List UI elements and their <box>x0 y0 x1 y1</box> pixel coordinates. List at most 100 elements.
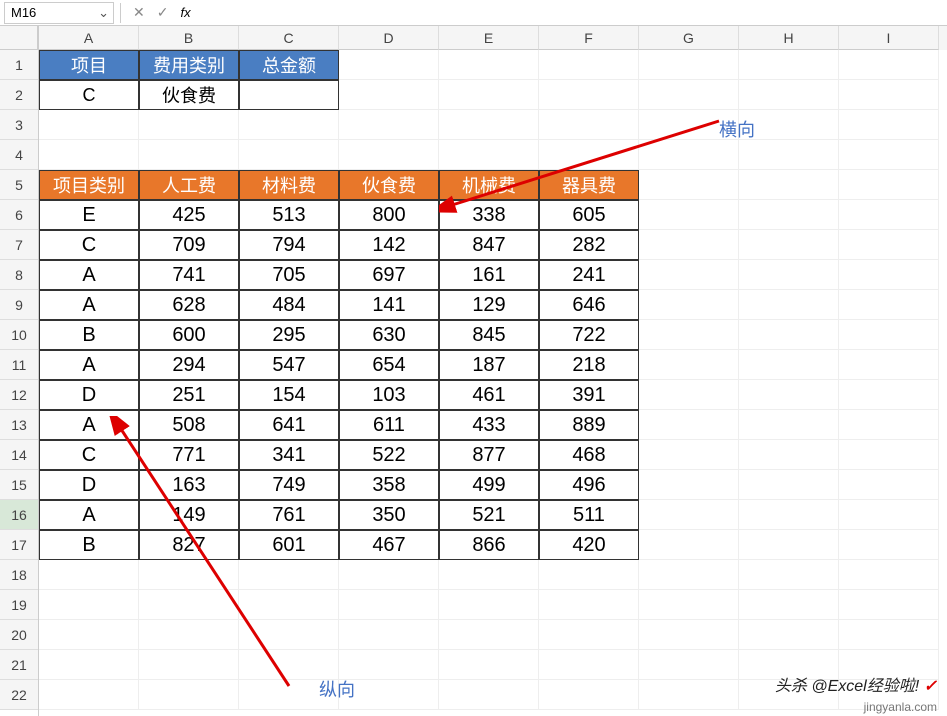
cell-B17[interactable]: 827 <box>139 530 239 560</box>
cell-D9[interactable]: 141 <box>339 290 439 320</box>
cell-E3[interactable] <box>439 110 539 140</box>
cell-C7[interactable]: 794 <box>239 230 339 260</box>
cell-E6[interactable]: 338 <box>439 200 539 230</box>
cell-H1[interactable] <box>739 50 839 80</box>
cell-G17[interactable] <box>639 530 739 560</box>
cell-B1[interactable]: 费用类别 <box>139 50 239 80</box>
cell-C1[interactable]: 总金额 <box>239 50 339 80</box>
cell-E8[interactable]: 161 <box>439 260 539 290</box>
cell-B19[interactable] <box>139 590 239 620</box>
cell-I13[interactable] <box>839 410 939 440</box>
cell-H15[interactable] <box>739 470 839 500</box>
cell-A15[interactable]: D <box>39 470 139 500</box>
cell-I1[interactable] <box>839 50 939 80</box>
cell-B2[interactable]: 伙食费 <box>139 80 239 110</box>
column-header-H[interactable]: H <box>739 26 839 50</box>
cell-F8[interactable]: 241 <box>539 260 639 290</box>
cell-C16[interactable]: 761 <box>239 500 339 530</box>
cell-D12[interactable]: 103 <box>339 380 439 410</box>
cell-I5[interactable] <box>839 170 939 200</box>
cell-E16[interactable]: 521 <box>439 500 539 530</box>
cell-H17[interactable] <box>739 530 839 560</box>
row-header-12[interactable]: 12 <box>0 380 38 410</box>
cell-I9[interactable] <box>839 290 939 320</box>
cancel-icon[interactable]: ✕ <box>127 4 151 21</box>
cell-H10[interactable] <box>739 320 839 350</box>
cell-G1[interactable] <box>639 50 739 80</box>
cell-I11[interactable] <box>839 350 939 380</box>
row-header-6[interactable]: 6 <box>0 200 38 230</box>
cell-H9[interactable] <box>739 290 839 320</box>
name-box[interactable]: M16 ⌄ <box>4 2 114 24</box>
row-header-16[interactable]: 16 <box>0 500 38 530</box>
cell-G15[interactable] <box>639 470 739 500</box>
column-header-F[interactable]: F <box>539 26 639 50</box>
cell-C3[interactable] <box>239 110 339 140</box>
cell-E20[interactable] <box>439 620 539 650</box>
cell-H4[interactable] <box>739 140 839 170</box>
cell-D3[interactable] <box>339 110 439 140</box>
cell-D2[interactable] <box>339 80 439 110</box>
cell-A10[interactable]: B <box>39 320 139 350</box>
column-header-B[interactable]: B <box>139 26 239 50</box>
cell-E15[interactable]: 499 <box>439 470 539 500</box>
cell-H5[interactable] <box>739 170 839 200</box>
row-header-9[interactable]: 9 <box>0 290 38 320</box>
cell-A21[interactable] <box>39 650 139 680</box>
cell-A13[interactable]: A <box>39 410 139 440</box>
cell-C4[interactable] <box>239 140 339 170</box>
cell-G22[interactable] <box>639 680 739 710</box>
select-all-corner[interactable] <box>0 26 38 50</box>
cell-I12[interactable] <box>839 380 939 410</box>
cell-D16[interactable]: 350 <box>339 500 439 530</box>
cell-F11[interactable]: 218 <box>539 350 639 380</box>
cell-F14[interactable]: 468 <box>539 440 639 470</box>
cell-I4[interactable] <box>839 140 939 170</box>
cell-I7[interactable] <box>839 230 939 260</box>
cell-C19[interactable] <box>239 590 339 620</box>
cell-G18[interactable] <box>639 560 739 590</box>
cell-A2[interactable]: C <box>39 80 139 110</box>
cell-A17[interactable]: B <box>39 530 139 560</box>
cell-B18[interactable] <box>139 560 239 590</box>
cell-D1[interactable] <box>339 50 439 80</box>
cell-B13[interactable]: 508 <box>139 410 239 440</box>
row-header-17[interactable]: 17 <box>0 530 38 560</box>
cell-F19[interactable] <box>539 590 639 620</box>
column-header-E[interactable]: E <box>439 26 539 50</box>
cell-G21[interactable] <box>639 650 739 680</box>
confirm-icon[interactable]: ✓ <box>151 4 175 21</box>
cell-F1[interactable] <box>539 50 639 80</box>
cell-F10[interactable]: 722 <box>539 320 639 350</box>
cell-I18[interactable] <box>839 560 939 590</box>
row-header-21[interactable]: 21 <box>0 650 38 680</box>
cell-I15[interactable] <box>839 470 939 500</box>
cell-A5[interactable]: 项目类别 <box>39 170 139 200</box>
cell-E5[interactable]: 机械费 <box>439 170 539 200</box>
cell-A18[interactable] <box>39 560 139 590</box>
cell-B4[interactable] <box>139 140 239 170</box>
cell-F6[interactable]: 605 <box>539 200 639 230</box>
column-header-I[interactable]: I <box>839 26 939 50</box>
cell-D18[interactable] <box>339 560 439 590</box>
cell-A12[interactable]: D <box>39 380 139 410</box>
cell-F18[interactable] <box>539 560 639 590</box>
cell-D11[interactable]: 654 <box>339 350 439 380</box>
cell-G4[interactable] <box>639 140 739 170</box>
cell-A7[interactable]: C <box>39 230 139 260</box>
cell-D13[interactable]: 611 <box>339 410 439 440</box>
cell-A4[interactable] <box>39 140 139 170</box>
cell-D5[interactable]: 伙食费 <box>339 170 439 200</box>
cell-A16[interactable]: A <box>39 500 139 530</box>
cell-B9[interactable]: 628 <box>139 290 239 320</box>
cell-B6[interactable]: 425 <box>139 200 239 230</box>
cell-G11[interactable] <box>639 350 739 380</box>
cell-H12[interactable] <box>739 380 839 410</box>
cell-C2[interactable] <box>239 80 339 110</box>
cell-B22[interactable] <box>139 680 239 710</box>
cell-E21[interactable] <box>439 650 539 680</box>
cell-D14[interactable]: 522 <box>339 440 439 470</box>
cell-H20[interactable] <box>739 620 839 650</box>
cell-B3[interactable] <box>139 110 239 140</box>
cell-B7[interactable]: 709 <box>139 230 239 260</box>
